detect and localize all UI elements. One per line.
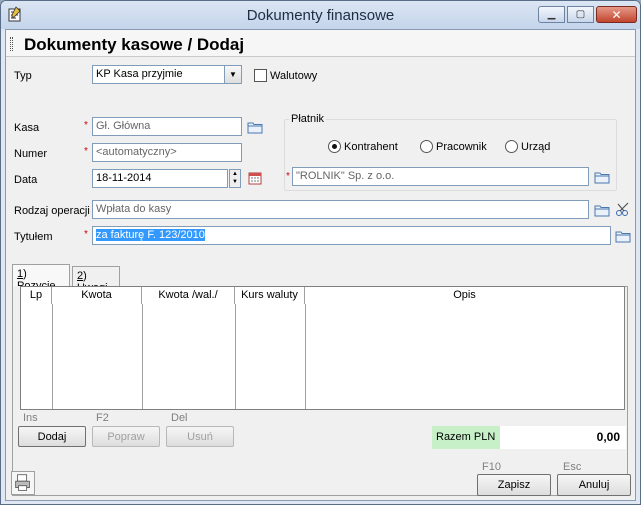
kasa-folder-icon[interactable] (247, 120, 264, 134)
tytulem-label: Tytułem (14, 231, 53, 243)
hint-del: Del (171, 412, 188, 424)
rodzaj-folder-icon[interactable] (594, 203, 611, 217)
platnik-label: Płatnik (289, 113, 327, 125)
spin-up-icon[interactable]: ▲ (230, 170, 240, 178)
radio-pracownik-label: Pracownik (436, 141, 487, 153)
numer-field[interactable]: <automatyczny> (92, 143, 242, 162)
radio-urzad-label: Urząd (521, 141, 551, 153)
popraw-button[interactable]: Popraw (92, 426, 160, 447)
hint-f10: F10 (482, 461, 501, 473)
numer-label: Numer (14, 148, 48, 160)
tytulem-value: za fakturę F. 123/2010 (96, 229, 205, 241)
walutowy-checkbox[interactable] (254, 69, 267, 82)
required-mark: * (286, 171, 290, 182)
close-button[interactable]: ✕ (596, 6, 637, 23)
tab-uwagi[interactable]: 2) Uwagi (72, 266, 120, 294)
col-divider (142, 304, 143, 409)
radio-urzad[interactable] (505, 140, 518, 153)
required-mark: * (84, 120, 88, 131)
razem-label: Razem PLN (432, 426, 500, 449)
hint-f2: F2 (96, 412, 109, 424)
grip-icon (10, 37, 13, 51)
minimize-icon: ▁ (547, 9, 556, 20)
typ-select[interactable]: KP Kasa przyjmie ▼ (92, 65, 242, 84)
client-area: Dokumenty kasowe / Dodaj Typ KP Kasa prz… (5, 29, 636, 501)
app-window: Dokumenty finansowe ▁ ▢ ✕ Dokumenty kaso… (0, 0, 641, 505)
maximize-icon: ▢ (575, 9, 586, 20)
calendar-icon[interactable] (247, 171, 264, 185)
usun-button[interactable]: Usuń (166, 426, 234, 447)
tab-pozycje[interactable]: 1) Pozycje (12, 264, 70, 292)
col-opis[interactable]: Opis (305, 287, 624, 304)
col-divider (235, 304, 236, 409)
radio-kontrahent[interactable] (328, 140, 341, 153)
col-kwota[interactable]: Kwota (52, 287, 142, 304)
minimize-button[interactable]: ▁ (538, 6, 565, 23)
print-icon[interactable] (11, 471, 35, 495)
data-label: Data (14, 174, 38, 186)
title-bar[interactable]: Dokumenty finansowe ▁ ▢ ✕ (1, 1, 640, 29)
form-content: Typ KP Kasa przyjmie ▼ Walutowy Kasa * G… (6, 58, 635, 500)
hint-esc: Esc (563, 461, 582, 473)
close-icon: ✕ (611, 7, 622, 22)
grid-header: Lp Kwota Kwota /wal./ Kurs waluty Opis (21, 287, 624, 304)
date-spinner[interactable]: ▲ ▼ (229, 169, 241, 188)
tytulem-field[interactable]: za fakturę F. 123/2010 (92, 226, 611, 245)
typ-value: KP Kasa przyjmie (96, 68, 183, 80)
data-field[interactable]: 18-11-2014 (92, 169, 228, 188)
razem-value: 0,00 (500, 426, 626, 449)
positions-grid[interactable]: Lp Kwota Kwota /wal./ Kurs waluty Opis (20, 286, 625, 410)
radio-kontrahent-label: Kontrahent (344, 141, 398, 153)
walutowy-label: Walutowy (270, 70, 318, 82)
maximize-button[interactable]: ▢ (567, 6, 594, 23)
required-mark: * (84, 229, 88, 240)
dodaj-button[interactable]: Dodaj (18, 426, 86, 447)
anuluj-button[interactable]: Anuluj (557, 474, 631, 496)
col-lp[interactable]: Lp (21, 287, 52, 304)
form-title: Dokumenty kasowe / Dodaj (24, 35, 245, 54)
col-kurs[interactable]: Kurs waluty (235, 287, 305, 304)
form-header: Dokumenty kasowe / Dodaj (6, 30, 635, 57)
tytulem-folder-icon[interactable] (615, 229, 632, 243)
kasa-field[interactable]: Gł. Główna (92, 117, 242, 136)
typ-label: Typ (14, 70, 32, 82)
rodzaj-field[interactable]: Wpłata do kasy (92, 200, 589, 219)
platnik-folder-icon[interactable] (594, 170, 611, 184)
required-mark: * (84, 146, 88, 157)
kasa-label: Kasa (14, 122, 40, 134)
chevron-down-icon[interactable]: ▼ (224, 66, 241, 83)
col-divider (52, 304, 53, 409)
spin-down-icon[interactable]: ▼ (230, 178, 240, 186)
rodzaj-label: Rodzaj operacji (14, 205, 90, 217)
zapisz-button[interactable]: Zapisz (477, 474, 551, 496)
col-kwota-wal[interactable]: Kwota /wal./ (142, 287, 235, 304)
platnik-field[interactable]: "ROLNIK" Sp. z o.o. (292, 167, 589, 186)
col-divider (305, 304, 306, 409)
scissors-icon[interactable] (615, 202, 632, 216)
radio-pracownik[interactable] (420, 140, 433, 153)
hint-ins: Ins (23, 412, 38, 424)
